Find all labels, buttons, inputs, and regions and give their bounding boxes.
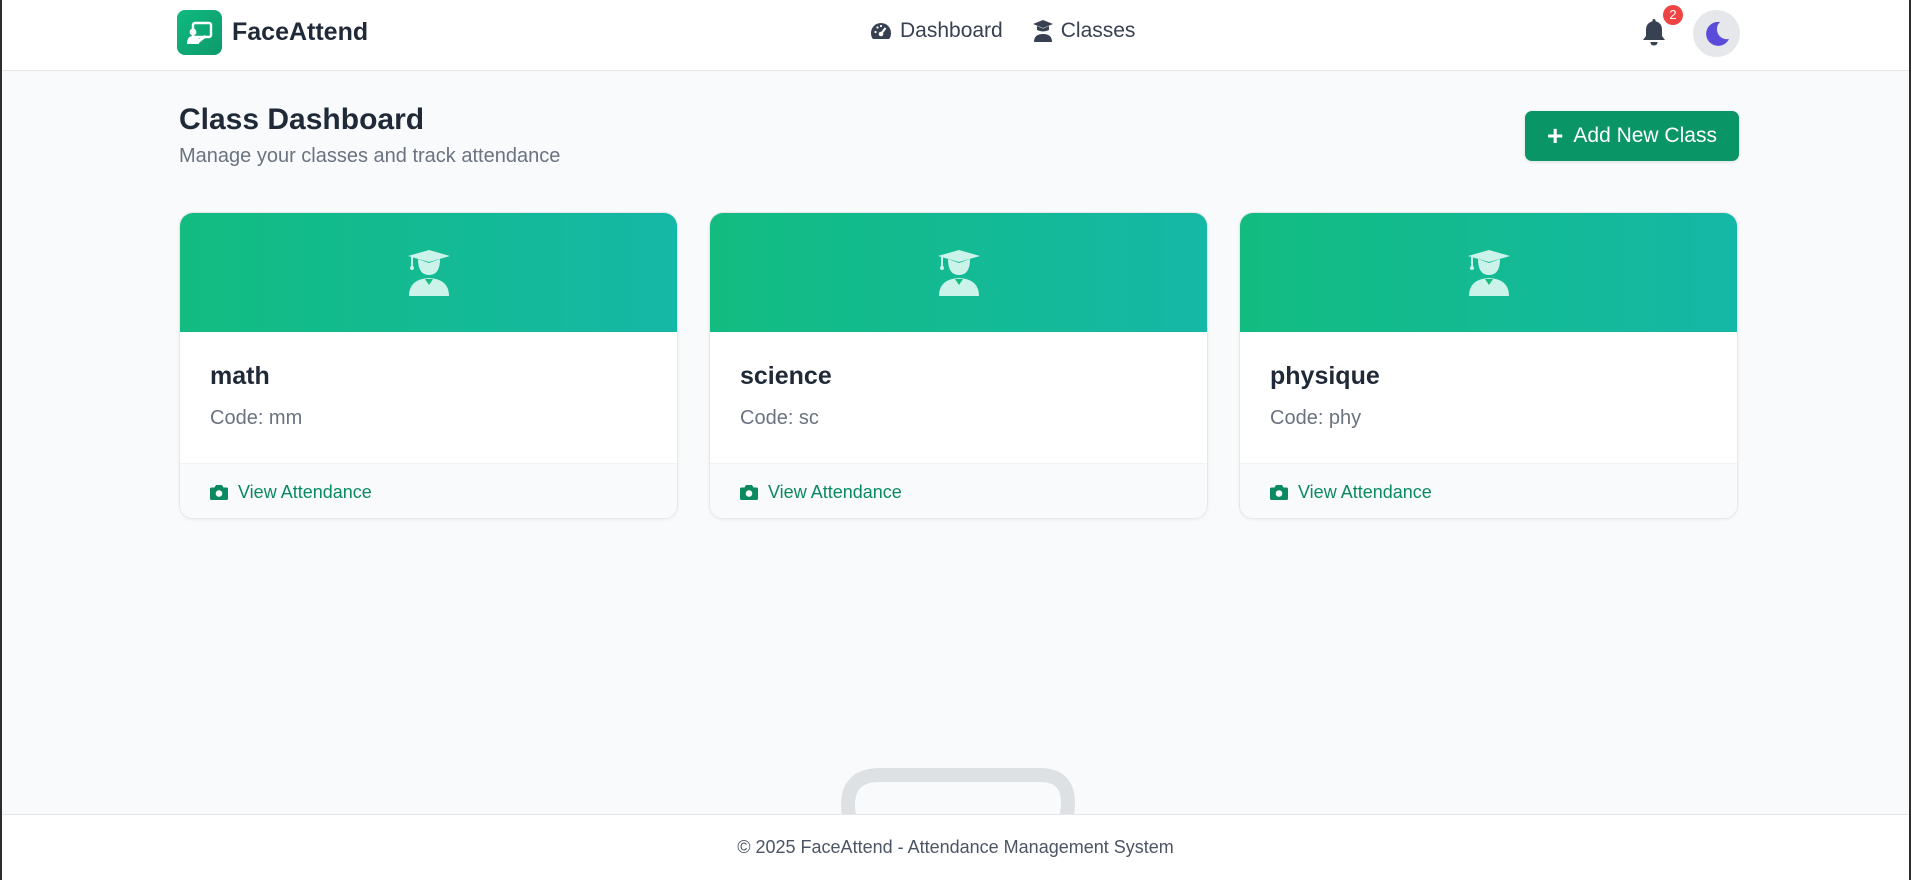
view-attendance-link[interactable]: View Attendance bbox=[1240, 463, 1737, 518]
class-code: Code: mm bbox=[210, 407, 303, 429]
footer-copyright: © 2025 FaceAttend - Attendance Managemen… bbox=[737, 837, 1174, 857]
class-card-physique: physique Code: phy View Attendance bbox=[1239, 212, 1738, 519]
class-card-math: math Code: mm View Attendance bbox=[179, 212, 678, 519]
class-card-science: science Code: sc View Attendance bbox=[709, 212, 1208, 519]
app-name: FaceAttend bbox=[232, 18, 369, 46]
page-title: Class Dashboard bbox=[179, 103, 425, 136]
moon-icon bbox=[1705, 21, 1729, 46]
class-card-body: science Code: sc bbox=[710, 332, 1207, 463]
theme-toggle-button[interactable] bbox=[1693, 10, 1740, 57]
class-code: Code: phy bbox=[1270, 407, 1362, 429]
graduate-icon bbox=[407, 249, 450, 296]
camera-icon bbox=[740, 484, 758, 500]
nav-classes-label: Classes bbox=[1060, 19, 1136, 42]
class-card-banner bbox=[1240, 213, 1737, 332]
class-name: physique bbox=[1270, 362, 1380, 390]
camera-icon bbox=[1270, 484, 1288, 500]
view-attendance-link[interactable]: View Attendance bbox=[710, 463, 1207, 518]
notification-count-badge: 2 bbox=[1663, 5, 1683, 25]
class-card-body: math Code: mm bbox=[180, 332, 677, 463]
class-code: Code: sc bbox=[740, 407, 819, 429]
brand[interactable]: FaceAttend bbox=[177, 10, 368, 55]
gauge-icon bbox=[871, 23, 891, 39]
add-new-class-button[interactable]: + Add New Class bbox=[1525, 111, 1739, 161]
class-card-body: physique Code: phy bbox=[1240, 332, 1737, 463]
top-navbar: FaceAttend Dashboard Classes 2 bbox=[2, 0, 1909, 71]
view-attendance-label: View Attendance bbox=[238, 481, 372, 502]
class-name: math bbox=[210, 362, 270, 390]
main-nav: Dashboard Classes bbox=[870, 19, 1165, 43]
presentation-board-icon bbox=[177, 10, 222, 55]
plus-icon: + bbox=[1547, 120, 1564, 151]
class-card-banner bbox=[710, 213, 1207, 332]
camera-icon bbox=[210, 484, 228, 500]
bell-icon bbox=[1643, 19, 1665, 46]
add-new-class-label: Add New Class bbox=[1573, 124, 1717, 147]
view-attendance-label: View Attendance bbox=[768, 481, 902, 502]
graduate-icon bbox=[1467, 249, 1510, 296]
view-attendance-link[interactable]: View Attendance bbox=[180, 463, 677, 518]
class-name: science bbox=[740, 362, 832, 390]
view-attendance-label: View Attendance bbox=[1298, 481, 1432, 502]
page-footer: © 2025 FaceAttend - Attendance Managemen… bbox=[2, 814, 1909, 880]
student-icon bbox=[1032, 20, 1053, 42]
nav-classes[interactable]: Classes bbox=[1032, 19, 1136, 43]
page-subtitle: Manage your classes and track attendance bbox=[179, 145, 561, 167]
class-card-banner bbox=[180, 213, 677, 332]
nav-dashboard[interactable]: Dashboard bbox=[870, 19, 1003, 43]
graduate-icon bbox=[937, 249, 980, 296]
nav-dashboard-label: Dashboard bbox=[900, 19, 1003, 42]
